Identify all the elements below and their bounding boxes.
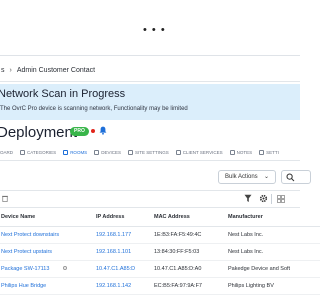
breadcrumb-item-current: Admin Customer Contact — [16, 66, 96, 74]
tab-settings[interactable]: SETTI — [259, 144, 279, 160]
tab-label: SETTI — [266, 149, 279, 155]
tab-rooms[interactable]: ROOMS — [63, 144, 88, 161]
tab-label: SITE SETTINGS — [134, 149, 169, 155]
tab-dashboard[interactable]: OARD — [0, 144, 13, 160]
mac-address: 1E:B3:FA:F5:49:4C — [154, 226, 228, 244]
tab-bar: OARD CATEGORIES ROOMS DEVICES SITE SETTI… — [0, 144, 300, 161]
manufacturer: Nest Labs Inc. — [228, 226, 320, 244]
gear-icon[interactable] — [259, 194, 268, 203]
table-header-row: Device Name IP Address MAC Address Manuf… — [0, 208, 320, 227]
devices-table: Device Name IP Address MAC Address Manuf… — [0, 208, 320, 295]
device-name-link[interactable]: Philips Hue Bridge — [0, 277, 96, 295]
device-name-link[interactable]: Package SW-17113 — [0, 260, 96, 278]
table-toolbar: Bulk Actions ⌄ — [0, 161, 311, 191]
scan-banner: Network Scan in Progress The OvrC Pro de… — [0, 84, 300, 120]
client-services-icon — [175, 149, 181, 155]
top-bar: • • • — [0, 0, 300, 56]
trash-icon[interactable] — [2, 195, 8, 202]
bell-icon[interactable] — [99, 126, 107, 135]
manufacturer: Philips Lighting BV — [228, 277, 320, 295]
column-header-mac-address[interactable]: MAC Address — [154, 208, 228, 227]
filter-icon[interactable] — [244, 194, 252, 203]
tab-label: NOTES — [236, 149, 253, 155]
column-header-manufacturer[interactable]: Manufacturer — [228, 208, 320, 227]
column-header-device-name[interactable]: Device Name — [0, 208, 96, 227]
table-row[interactable]: Next Protect downstairs 192.168.1.177 1E… — [0, 226, 320, 244]
tab-categories[interactable]: CATEGORIES — [20, 144, 56, 160]
device-status-icon — [63, 266, 68, 271]
tab-devices[interactable]: DEVICES — [94, 144, 121, 160]
more-dots-icon[interactable]: • • • — [143, 25, 166, 36]
tab-site-settings[interactable]: SITE SETTINGS — [127, 144, 169, 160]
page-title: Deployment — [0, 124, 78, 141]
settings-icon — [259, 149, 265, 155]
categories-icon — [20, 149, 26, 155]
manufacturer: Nest Labs Inc. — [228, 243, 320, 261]
ip-address-link[interactable]: 192.168.1.101 — [96, 243, 154, 261]
table-actions-row — [0, 191, 300, 207]
mac-address: 10.47.C1.A85:D:A0 — [154, 260, 228, 278]
status-dot-icon — [91, 129, 95, 133]
tab-client-services[interactable]: CLIENT SERVICES — [175, 144, 223, 160]
grid-view-icon[interactable] — [277, 195, 285, 203]
device-name-link[interactable]: Next Protect downstairs — [0, 226, 96, 244]
device-name-link[interactable]: Next Protect upstairs — [0, 243, 96, 261]
bulk-actions-dropdown[interactable]: Bulk Actions ⌄ — [218, 170, 276, 184]
search-input[interactable] — [281, 170, 311, 184]
divider — [0, 81, 300, 82]
toolbar-divider — [271, 194, 272, 204]
mac-address: 13:84:30:FF:F5:03 — [154, 243, 228, 261]
table-row[interactable]: Philips Hue Bridge 192.168.1.142 EC:B5:F… — [0, 277, 320, 295]
ip-address-link[interactable]: 192.168.1.142 — [96, 277, 154, 295]
tab-label: DEVICES — [101, 149, 121, 155]
ip-address-link[interactable]: 192.168.1.177 — [96, 226, 154, 244]
ip-address-link[interactable]: 10.47.C1.A85:D — [96, 260, 154, 278]
banner-message: The OvrC Pro device is scanning network,… — [0, 106, 188, 112]
tab-label: CLIENT SERVICES — [182, 149, 223, 155]
pro-badge: PRO — [70, 127, 89, 136]
manufacturer: Pakedge Device and Soft — [228, 260, 320, 278]
table-row[interactable]: Next Protect upstairs 192.168.1.101 13:8… — [0, 243, 320, 261]
column-header-ip-address[interactable]: IP Address — [96, 208, 154, 227]
table-row[interactable]: Package SW-17113 10.47.C1.A85:D 10.47.C1… — [0, 260, 320, 278]
tab-notes[interactable]: NOTES — [229, 144, 253, 160]
tab-label: CATEGORIES — [27, 149, 57, 155]
rooms-icon — [63, 149, 69, 155]
breadcrumb-separator-icon: › — [9, 66, 12, 74]
chevron-down-icon: ⌄ — [263, 174, 269, 180]
devices-icon — [94, 149, 100, 155]
breadcrumb-item-previous[interactable]: s — [1, 67, 5, 74]
search-icon — [286, 173, 295, 182]
site-settings-icon — [127, 149, 133, 155]
tab-label: ROOMS — [70, 149, 88, 155]
notes-icon — [229, 149, 235, 155]
banner-title: Network Scan in Progress — [0, 88, 126, 100]
device-name-text: Package SW-17113 — [1, 265, 50, 272]
bulk-actions-label: Bulk Actions — [225, 174, 258, 180]
breadcrumb: s › Admin Customer Contact — [0, 60, 95, 80]
tab-label: OARD — [0, 149, 14, 155]
mac-address: EC:B5:FA:97:9A:F7 — [154, 277, 228, 295]
